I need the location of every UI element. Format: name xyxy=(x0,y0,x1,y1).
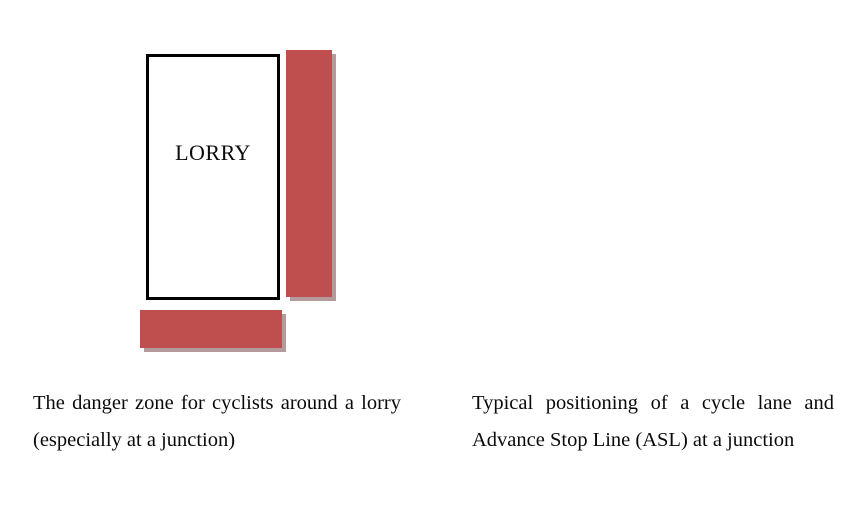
figure-cycle-lane-asl xyxy=(440,0,864,375)
figure-lorry-danger-zone: LORRY xyxy=(0,0,440,375)
caption-lorry-text: The danger zone for cyclists around a lo… xyxy=(33,392,401,451)
lorry-label: LORRY xyxy=(175,140,251,165)
lorry-body-rect xyxy=(146,54,280,300)
caption-cycle-lane-asl: Typical positioning of a cycle lane and … xyxy=(472,385,834,459)
page-root: LORRY The danger zone for cyclists aroun… xyxy=(0,0,864,525)
caption-cycle-text: Typical positioning of a cycle lane and … xyxy=(472,392,834,451)
caption-lorry-danger-zone: The danger zone for cyclists around a lo… xyxy=(33,385,401,459)
danger-zone-front-rect xyxy=(140,310,282,348)
danger-zone-nearside-rect xyxy=(286,50,332,297)
